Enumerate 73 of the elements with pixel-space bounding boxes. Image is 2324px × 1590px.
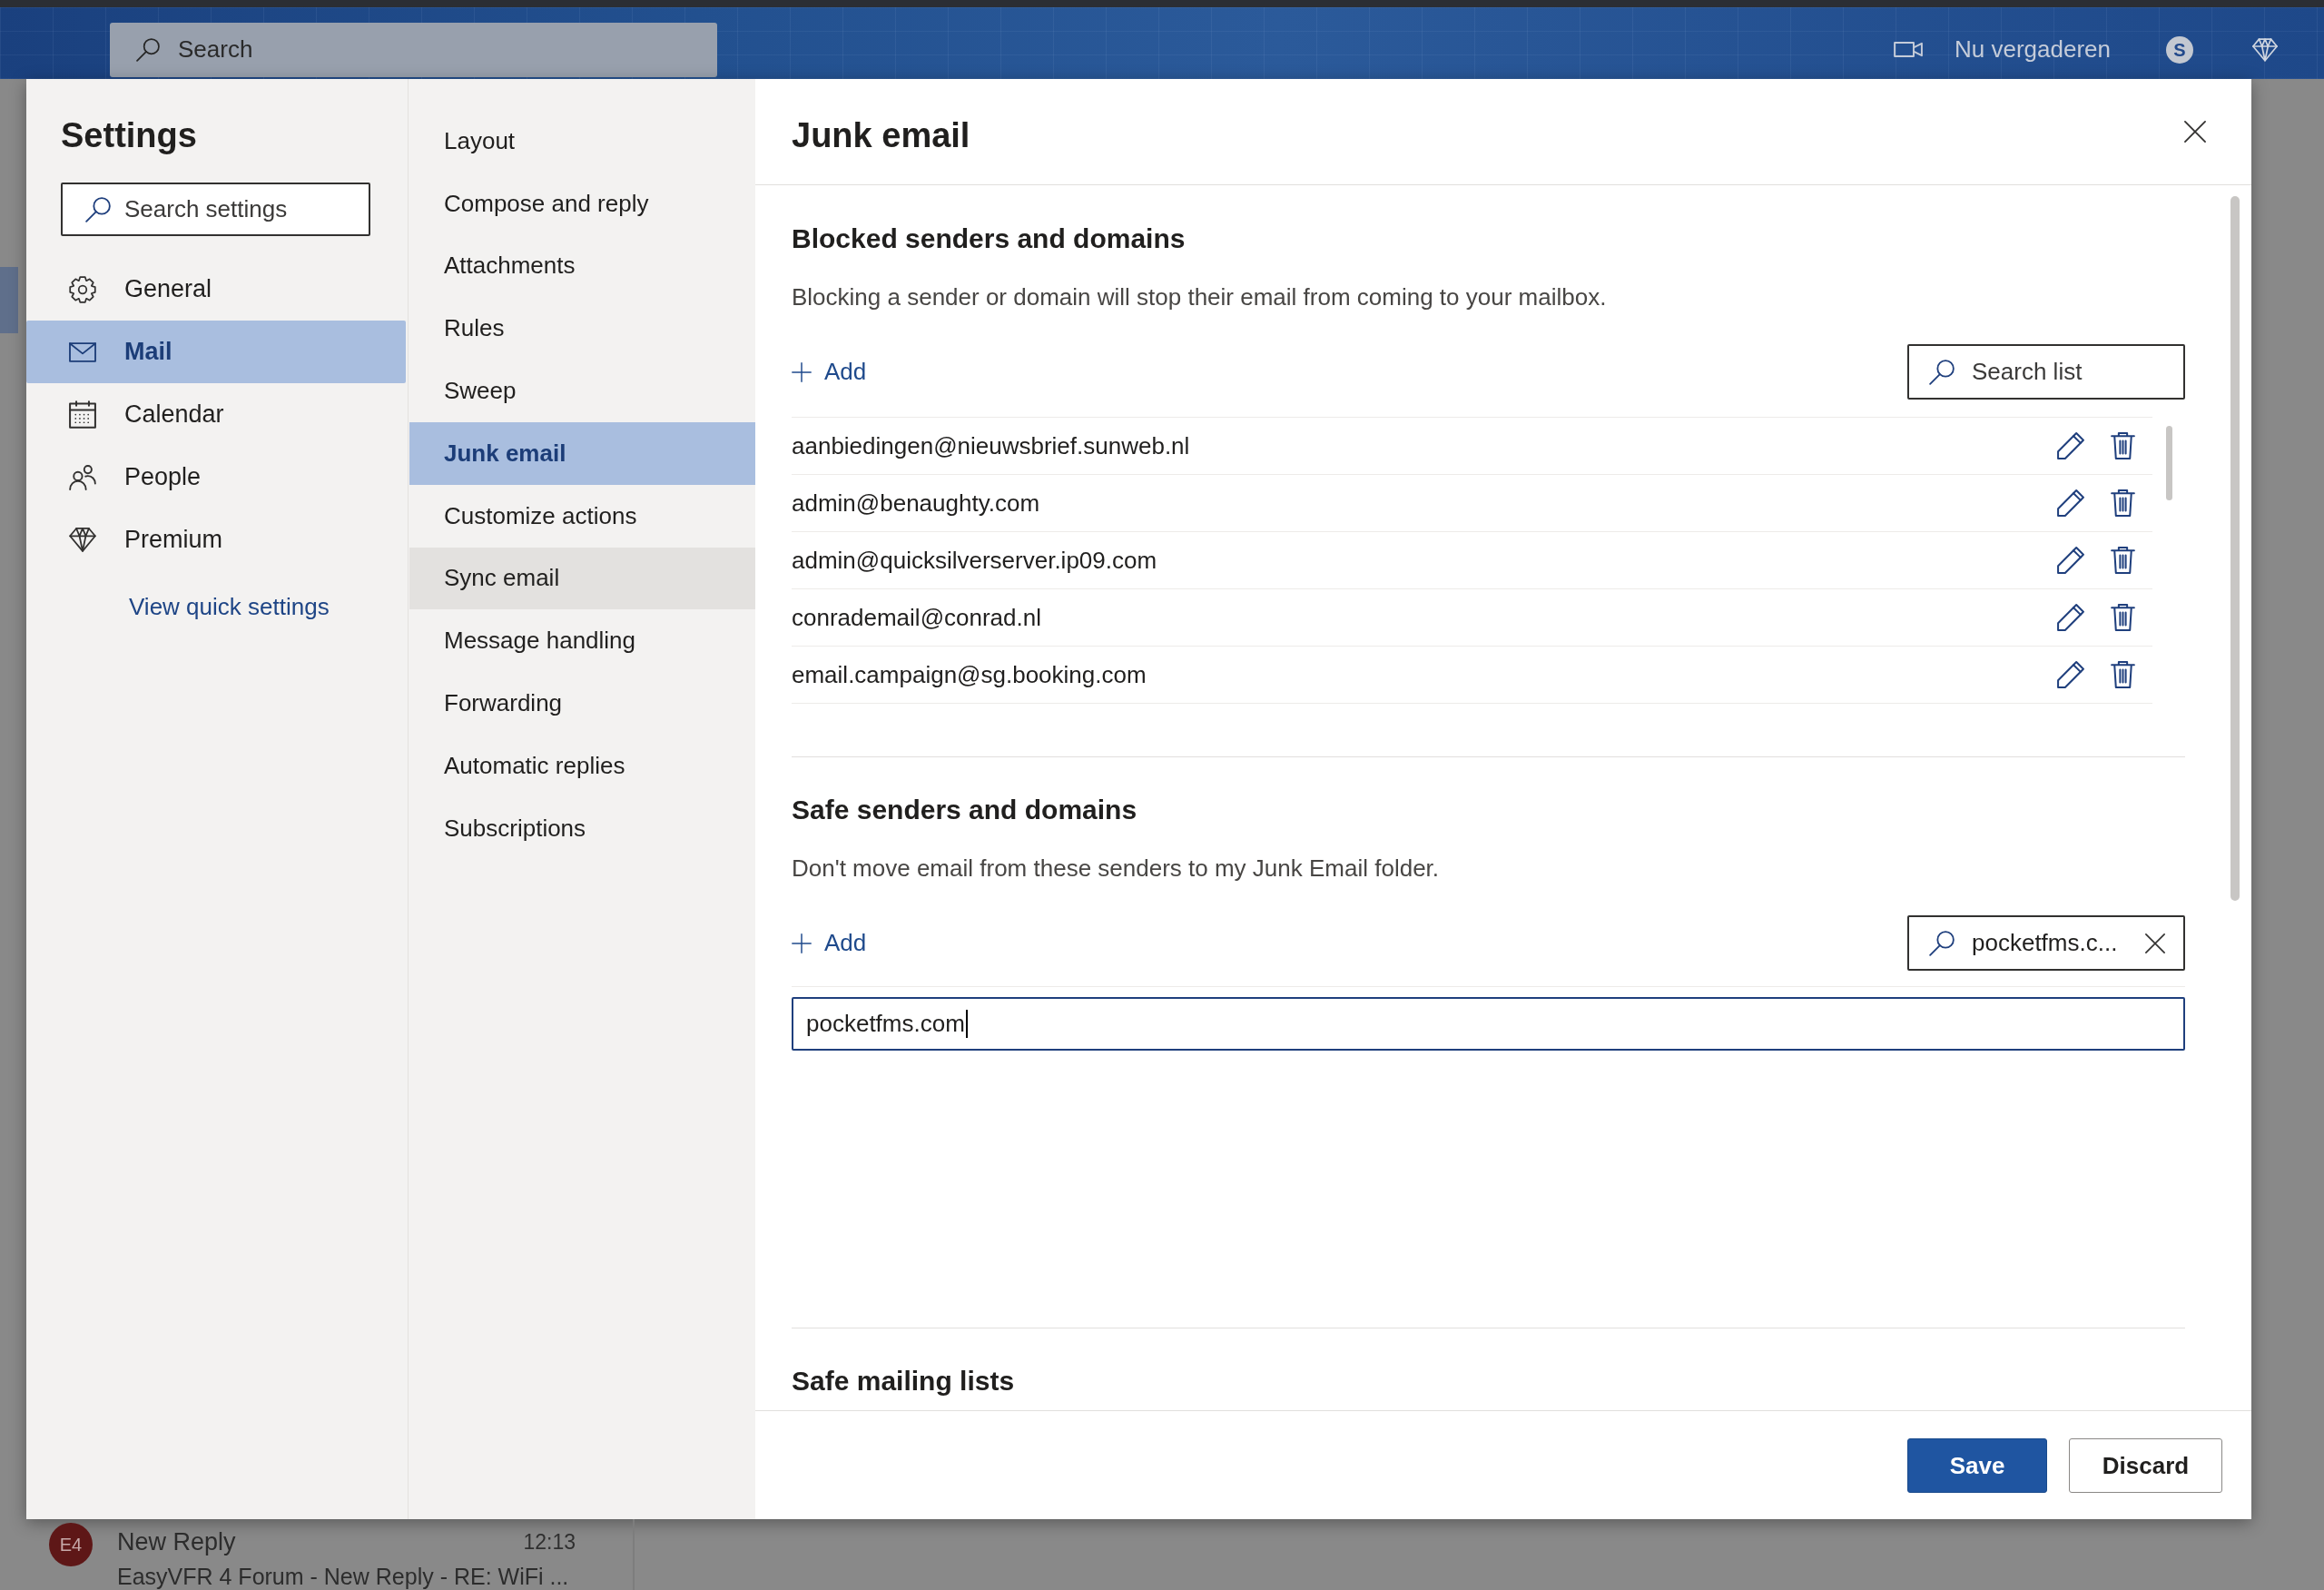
close-icon[interactable]: [2145, 933, 2165, 953]
nav-item[interactable]: People: [26, 446, 406, 509]
video-camera-icon: [1894, 42, 1923, 57]
diamond-icon: [69, 528, 96, 552]
search-icon: [1929, 930, 1955, 956]
search-field[interactable]: Search settings: [61, 183, 370, 236]
plus-icon: [792, 933, 812, 953]
submenu-item[interactable]: Subscriptions: [409, 796, 755, 860]
pencil-icon[interactable]: [2057, 604, 2084, 631]
sender-address: email.campaign@sg.booking.com: [792, 660, 1147, 689]
search-field[interactable]: pocketfms.c...: [1907, 915, 2185, 971]
trash-icon[interactable]: [2111, 661, 2135, 688]
section-heading: Safe mailing lists: [792, 1365, 1016, 1397]
save-button[interactable]: Save: [1907, 1438, 2047, 1493]
submenu-item[interactable]: Sync email: [409, 547, 755, 610]
search-icon: [85, 196, 111, 222]
pencil-icon[interactable]: [2057, 547, 2084, 574]
pencil-icon[interactable]: [2057, 432, 2084, 459]
settings-icon: [69, 275, 96, 303]
section-heading: Safe senders and domains: [792, 794, 1138, 826]
submenu-item[interactable]: Layout: [409, 110, 755, 173]
add-button[interactable]: Add: [792, 929, 867, 957]
submenu-item[interactable]: Compose and reply: [409, 172, 755, 235]
meet-now-button[interactable]: Nu vergaderen: [1894, 35, 2111, 64]
add-button[interactable]: Add: [792, 358, 867, 386]
submenu-item[interactable]: Automatic replies: [409, 734, 755, 797]
search-icon: [1929, 359, 1955, 385]
trash-icon[interactable]: [2111, 547, 2135, 574]
sender-address: aanbiedingen@nieuwsbrief.sunweb.nl: [792, 431, 1190, 460]
submenu-item[interactable]: Customize actions: [409, 484, 755, 548]
scrollbar-thumb[interactable]: [2166, 426, 2172, 500]
nav-item[interactable]: Premium: [26, 509, 406, 571]
quick-settings-link[interactable]: View quick settings: [129, 588, 330, 625]
text-cursor-icon: [965, 1010, 968, 1038]
submenu-item[interactable]: Junk email: [409, 422, 755, 485]
submenu-item[interactable]: Rules: [409, 297, 755, 360]
submenu-item[interactable]: Attachments: [409, 234, 755, 298]
submenu-item[interactable]: Sweep: [409, 360, 755, 422]
message-preview: EasyVFR 4 Forum - New Reply - RE: WiFi ...: [117, 1563, 569, 1590]
search-field[interactable]: Search: [110, 22, 717, 77]
diamond-icon[interactable]: [2252, 37, 2278, 62]
message-time: 12:13: [523, 1529, 576, 1555]
panel-title: Junk email: [792, 114, 970, 156]
sender-address: conrademail@conrad.nl: [792, 603, 1041, 632]
section-description: Blocking a sender or domain will stop their email from coming to your mailbox.: [792, 282, 1608, 312]
input-field[interactable]: pocketfms.com: [792, 997, 2185, 1051]
search-field[interactable]: Search list: [1907, 344, 2185, 400]
section-heading: Blocked senders and domains: [792, 222, 1187, 255]
nav-item[interactable]: Mail: [26, 321, 406, 383]
avatar: E4: [49, 1523, 93, 1566]
plus-icon: [792, 361, 812, 382]
nav-item[interactable]: Calendar: [26, 383, 406, 446]
envelope-icon: [69, 341, 96, 362]
section-description: Don't move email from these senders to my Junk Email folder.: [792, 854, 1441, 884]
trash-icon[interactable]: [2111, 489, 2135, 517]
sender-address: admin@benaughty.com: [792, 489, 1040, 518]
submenu-item[interactable]: Message handling: [409, 609, 755, 673]
close-icon[interactable]: [2184, 120, 2206, 143]
trash-icon[interactable]: [2111, 604, 2135, 631]
app-badge[interactable]: S: [2166, 35, 2193, 64]
settings-title: Settings: [61, 115, 198, 156]
pencil-icon[interactable]: [2057, 489, 2084, 517]
people-icon: [69, 464, 96, 490]
trash-icon[interactable]: [2111, 432, 2135, 459]
search-icon: [136, 37, 160, 62]
discard-button[interactable]: Discard: [2069, 1438, 2222, 1493]
pencil-icon[interactable]: [2057, 661, 2084, 688]
nav-item[interactable]: General: [26, 258, 406, 321]
message-title: New Reply: [117, 1528, 236, 1555]
calendar-icon: [69, 400, 96, 429]
sender-address: admin@quicksilverserver.ip09.com: [792, 546, 1157, 575]
submenu-item[interactable]: Forwarding: [409, 672, 755, 735]
scrollbar-thumb[interactable]: [2230, 196, 2240, 901]
